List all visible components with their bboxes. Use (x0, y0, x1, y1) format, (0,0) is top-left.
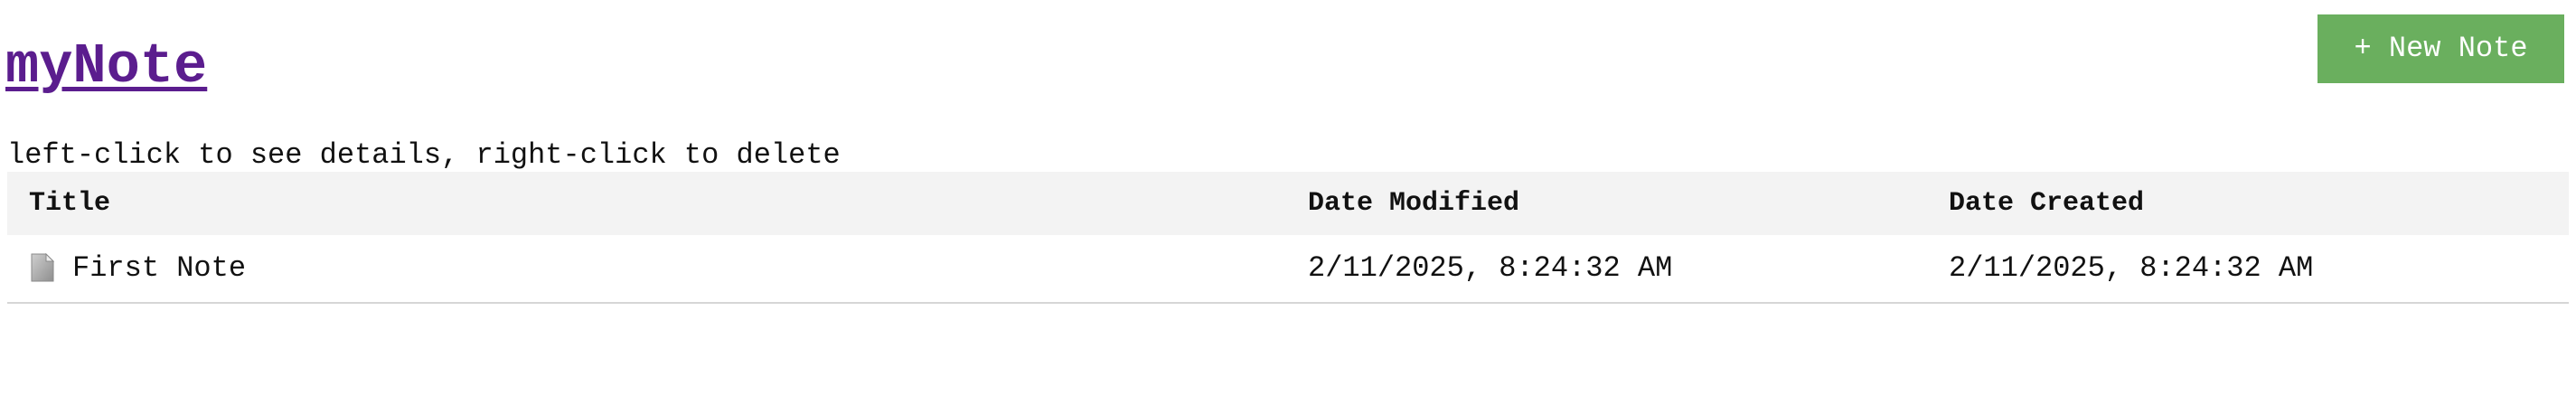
notes-table: Title Date Modified Date Created First N… (7, 172, 2569, 304)
note-date-modified: 2/11/2025, 8:24:32 AM (1308, 251, 1673, 285)
new-note-button[interactable]: + New Note (2317, 14, 2564, 83)
document-icon (31, 253, 54, 282)
column-header-title[interactable]: Title (29, 172, 110, 235)
app-title-link[interactable]: myNote (5, 31, 207, 103)
table-header: Title Date Modified Date Created (7, 172, 2569, 235)
note-title: First Note (72, 251, 247, 285)
usage-hint: left-click to see details, right-click t… (7, 138, 841, 172)
column-header-date-created[interactable]: Date Created (1949, 172, 2144, 235)
note-date-created: 2/11/2025, 8:24:32 AM (1949, 251, 2314, 285)
column-header-date-modified[interactable]: Date Modified (1308, 172, 1519, 235)
table-row[interactable]: First Note 2/11/2025, 8:24:32 AM 2/11/20… (7, 235, 2569, 304)
